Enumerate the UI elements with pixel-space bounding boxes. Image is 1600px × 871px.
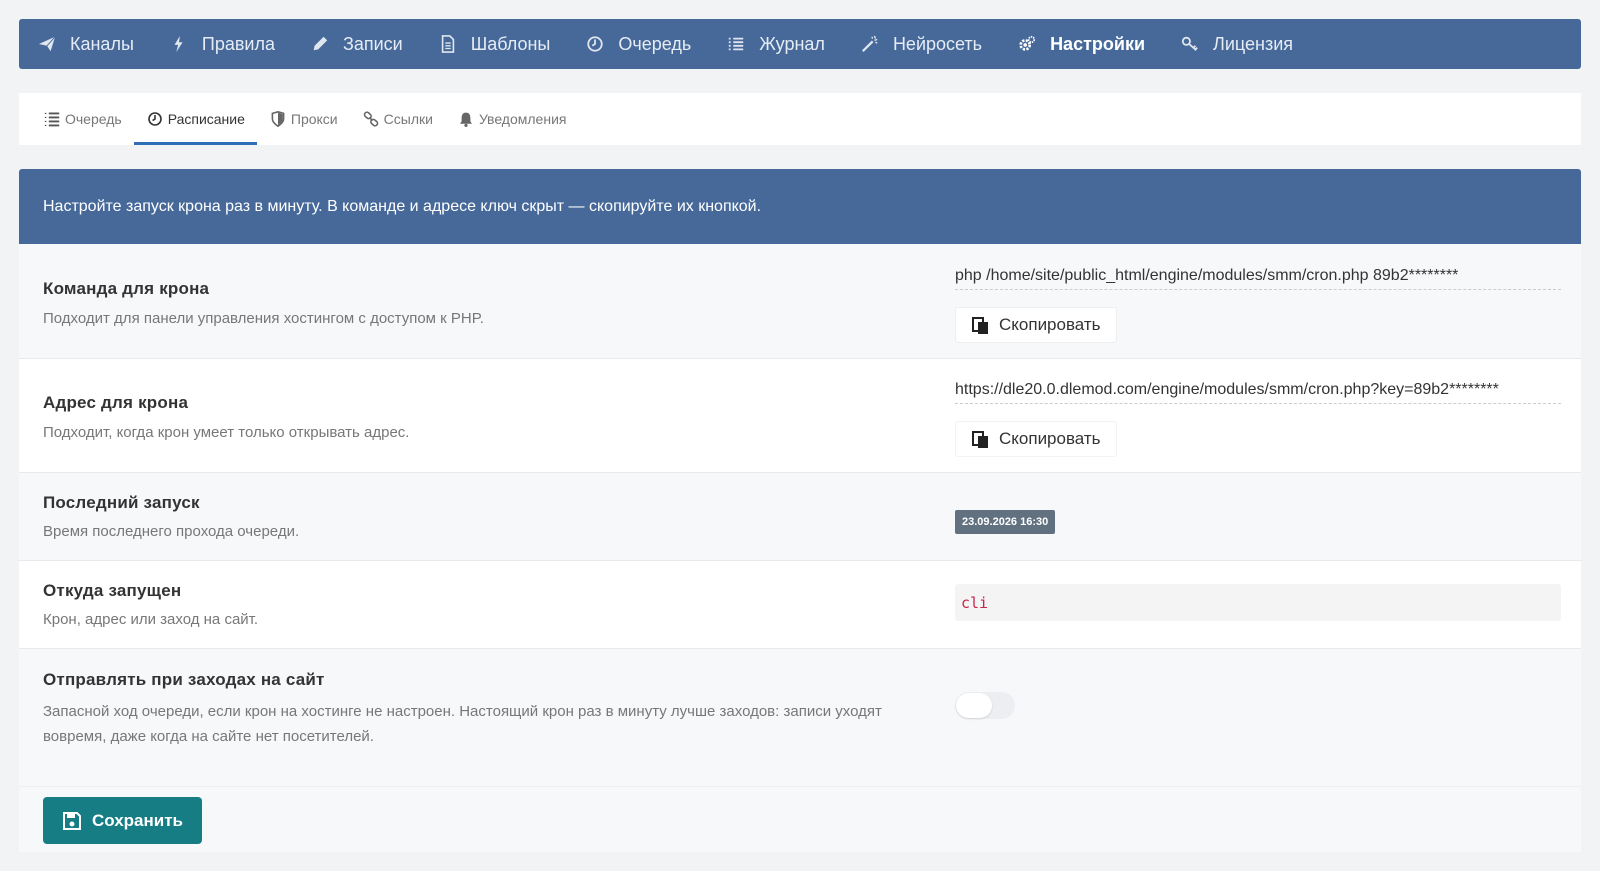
setting-row-cron-command: Команда для крона Подходит для панели уп…: [19, 244, 1581, 359]
form-footer: Сохранить: [19, 786, 1581, 852]
tab-label: Очередь: [65, 111, 122, 127]
nav-item-label: Шаблоны: [470, 33, 551, 54]
setting-description: Подходит, когда крон умеет только открыв…: [43, 424, 410, 441]
nav-item-label: Записи: [342, 33, 403, 54]
nav-item-channels[interactable]: Каналы: [37, 19, 134, 69]
nav-item-label: Каналы: [70, 33, 134, 54]
nav-item-label: Журнал: [759, 33, 825, 54]
nav-item-license[interactable]: Лицензия: [1180, 19, 1293, 69]
send-on-visits-toggle[interactable]: [955, 692, 1015, 719]
cron-command-value[interactable]: php /home/site/public_html/engine/module…: [955, 267, 1561, 290]
save-button-label: Сохранить: [91, 810, 184, 830]
copy-command-button[interactable]: Скопировать: [955, 307, 1117, 343]
nav-item-label: Очередь: [618, 33, 692, 54]
setting-label: Команда для крона: [43, 279, 210, 298]
nav-item-rules[interactable]: Правила: [169, 19, 275, 69]
link-icon: [362, 110, 380, 128]
setting-row-last-run: Последний запуск Время последнего проход…: [19, 473, 1581, 561]
tab-label: Ссылки: [383, 111, 433, 127]
tab-label: Расписание: [167, 111, 245, 127]
numbered-list-icon: [43, 110, 61, 128]
toggle-knob: [956, 693, 992, 718]
last-run-badge: 23.09.2026 16:30: [955, 510, 1056, 534]
clock-icon: [146, 110, 164, 128]
nav-item-label: Правила: [201, 33, 275, 54]
setting-description: Время последнего прохода очереди.: [43, 523, 300, 540]
setting-description: Подходит для панели управления хостингом…: [43, 310, 484, 327]
copy-icon: [971, 315, 991, 335]
tab-notifications[interactable]: Уведомления: [445, 93, 579, 145]
bell-icon: [457, 110, 475, 128]
copy-button-label: Скопировать: [999, 429, 1101, 448]
setting-row-send-on-visits: Отправлять при заходах на сайт Запасной …: [19, 649, 1581, 786]
setting-description: Запасной ход очереди, если крон на хости…: [43, 703, 882, 745]
tab-queue[interactable]: Очередь: [31, 93, 134, 145]
nav-item-templates[interactable]: Шаблоны: [438, 19, 551, 69]
copy-url-button[interactable]: Скопировать: [955, 421, 1117, 457]
list-icon: [726, 34, 746, 54]
run-source-code: cli: [955, 584, 1561, 621]
paper-plane-icon: [37, 34, 57, 54]
bolt-icon: [169, 34, 189, 54]
nav-item-settings[interactable]: Настройки: [1017, 19, 1145, 69]
tab-schedule[interactable]: Расписание: [133, 93, 258, 145]
setting-label: Откуда запущен: [43, 581, 182, 600]
nav-item-label: Лицензия: [1213, 33, 1294, 54]
tab-links[interactable]: Ссылки: [350, 93, 445, 145]
clock-icon: [585, 34, 605, 54]
setting-description: Крон, адрес или заход на сайт.: [43, 611, 259, 628]
setting-row-run-source: Откуда запущен Крон, адрес или заход на …: [19, 561, 1581, 649]
cron-info-notice: Настройте запуск крона раз в минуту. В к…: [19, 169, 1581, 244]
nav-item-label: Настройки: [1050, 33, 1146, 54]
settings-subtabs: Очередь Расписание Прокси Ссылки Уведомл…: [19, 93, 1581, 145]
notice-text: Настройте запуск крона раз в минуту. В к…: [43, 197, 762, 215]
nav-item-journal[interactable]: Журнал: [726, 19, 825, 69]
tab-label: Уведомления: [478, 111, 567, 127]
floppy-disk-icon: [62, 811, 82, 831]
file-icon: [438, 34, 458, 54]
tab-label: Прокси: [290, 111, 338, 127]
copy-button-label: Скопировать: [999, 315, 1101, 334]
setting-row-cron-url: Адрес для крона Подходит, когда крон уме…: [19, 359, 1581, 473]
tab-proxy[interactable]: Прокси: [257, 93, 350, 145]
cron-url-value[interactable]: https://dle20.0.dlemod.com/engine/module…: [955, 381, 1561, 404]
copy-icon: [971, 429, 991, 449]
shield-icon: [269, 110, 287, 128]
setting-label: Отправлять при заходах на сайт: [43, 670, 325, 689]
nav-item-neural[interactable]: Нейросеть: [860, 19, 982, 69]
magic-wand-icon: [860, 34, 880, 54]
gears-icon: [1017, 34, 1037, 54]
key-icon: [1180, 34, 1200, 54]
setting-label: Адрес для крона: [43, 393, 189, 412]
pencil-icon: [310, 34, 330, 54]
nav-item-posts[interactable]: Записи: [310, 19, 403, 69]
setting-label: Последний запуск: [43, 493, 200, 512]
nav-item-queue[interactable]: Очередь: [585, 19, 691, 69]
save-button[interactable]: Сохранить: [43, 797, 202, 844]
main-navbar: Каналы Правила Записи Шаблоны Очередь Жу…: [19, 19, 1581, 69]
nav-item-label: Нейросеть: [892, 33, 983, 54]
